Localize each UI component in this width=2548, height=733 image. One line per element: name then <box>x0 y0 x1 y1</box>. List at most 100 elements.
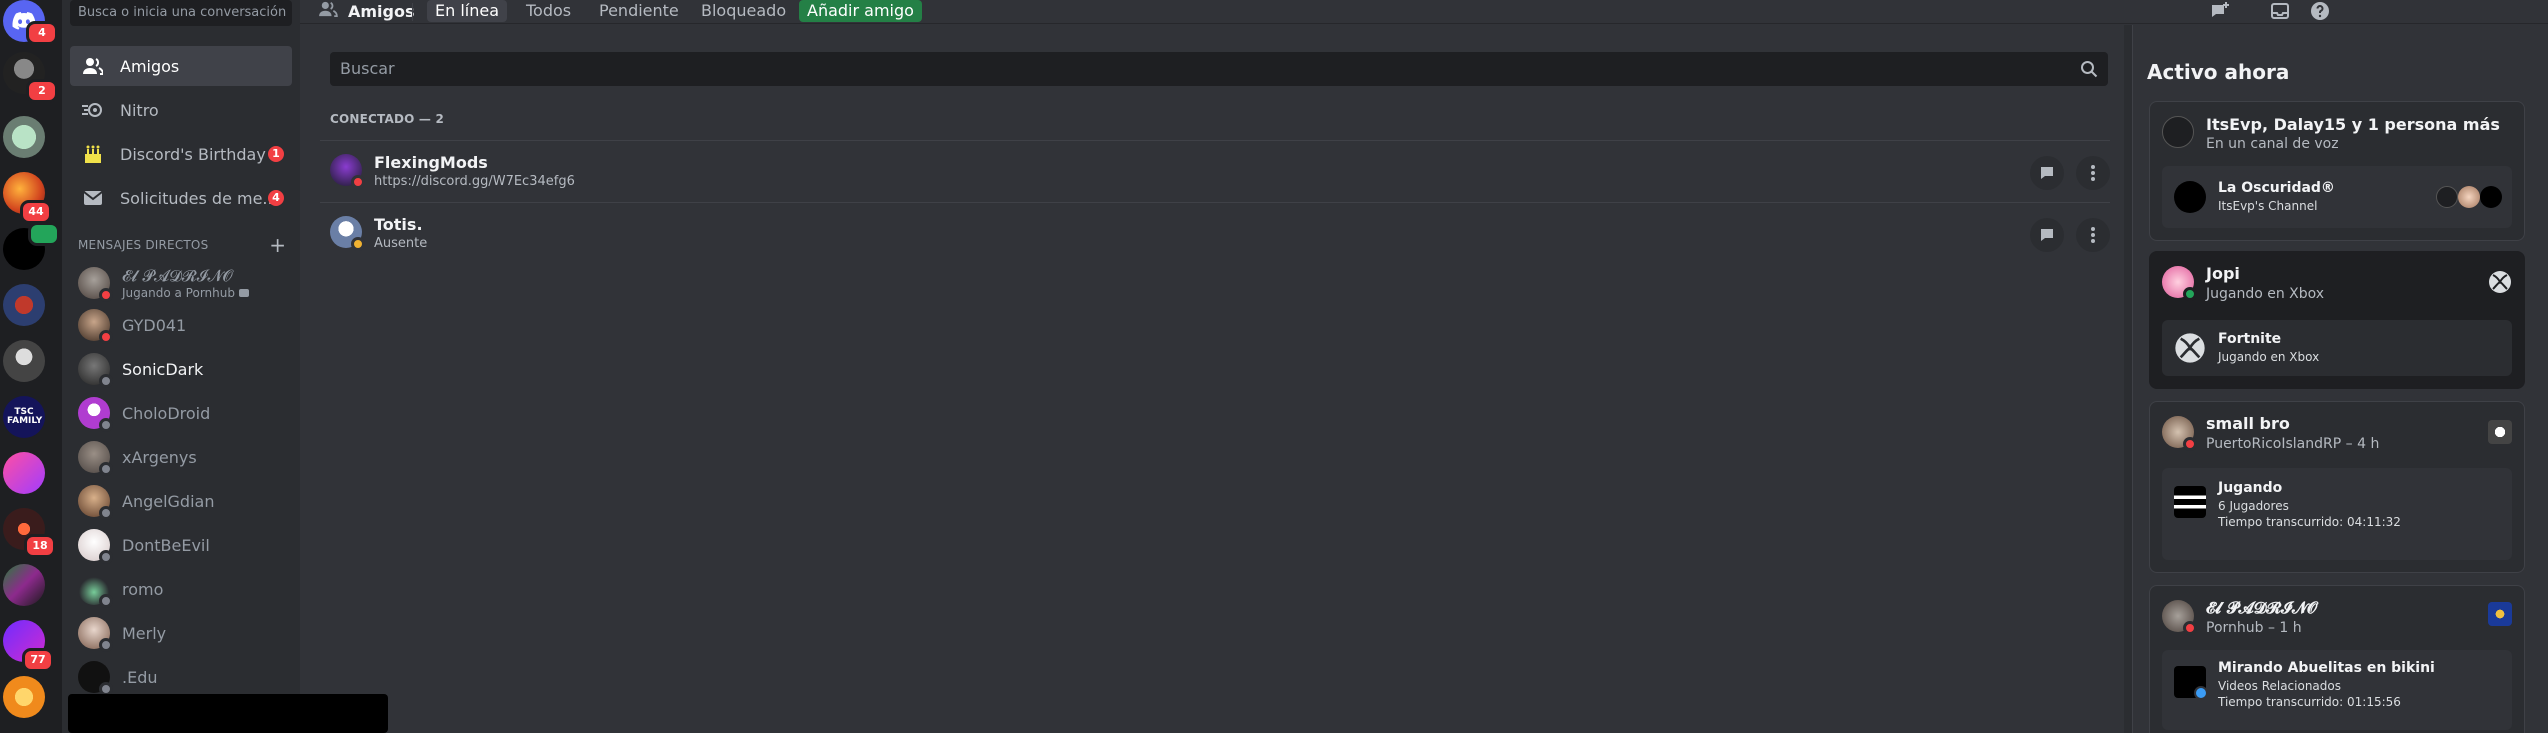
more-options-button[interactable] <box>2076 156 2110 190</box>
more-vertical-icon <box>2091 227 2095 243</box>
tab-all[interactable]: Todos <box>518 0 579 22</box>
activity-detail: Videos Relacionados <box>2218 679 2341 693</box>
activity-name: Jopi <box>2206 264 2240 283</box>
dm-name: 𝓔𝓵 𝓟𝓐𝓓𝓡𝓘𝓝𝓞 <box>122 266 233 285</box>
friends-search-input[interactable]: Buscar <box>330 52 2108 86</box>
message-icon <box>2041 167 2053 179</box>
status-idle-indicator <box>351 237 365 251</box>
avatar <box>2162 266 2197 301</box>
server-icon[interactable] <box>3 452 45 494</box>
avatar <box>78 397 113 432</box>
dm-name: Merly <box>122 623 167 643</box>
xbox-icon <box>2175 333 2205 363</box>
member-avatar <box>2458 186 2480 208</box>
status-dnd-indicator <box>2183 621 2197 635</box>
avatar <box>330 216 365 251</box>
activity-box[interactable]: Mirando Abuelitas en bikini Videos Relac… <box>2162 650 2512 730</box>
dm-item[interactable]: .Edu <box>70 656 292 698</box>
more-vertical-icon <box>2091 165 2095 181</box>
friend-row[interactable]: FlexingMods https://discord.gg/W7Ec34efg… <box>320 140 2110 200</box>
server-icon[interactable] <box>3 564 45 606</box>
tab-blocked[interactable]: Bloqueado <box>693 0 794 22</box>
title-text: Amigos <box>348 1 415 21</box>
game-sub: Jugando en Xbox <box>2218 350 2320 364</box>
server-icon[interactable] <box>3 116 45 158</box>
inbox-icon[interactable] <box>2270 1 2290 21</box>
dm-name: DontBeEvil <box>122 535 210 555</box>
dm-item[interactable]: DontBeEvil <box>70 524 292 566</box>
activity-sub: Pornhub – 1 h <box>2206 620 2302 636</box>
more-options-button[interactable] <box>2076 218 2110 252</box>
message-icon <box>2041 229 2053 241</box>
dm-name: romo <box>122 579 164 599</box>
channel-name: La Oscuridad® <box>2218 180 2335 196</box>
dm-name: xArgenys <box>122 447 197 467</box>
elapsed-time: Tiempo transcurrido: 01:15:56 <box>2218 695 2401 709</box>
server-icon[interactable] <box>3 284 45 326</box>
dm-item[interactable]: romo <box>70 568 292 610</box>
dm-item[interactable]: CholoDroid <box>70 392 292 434</box>
dm-name: SonicDark <box>122 359 204 379</box>
search-placeholder: Buscar <box>340 59 395 78</box>
friend-name: FlexingMods <box>374 153 488 172</box>
game-name: Jugando <box>2218 480 2283 496</box>
nav-nitro[interactable]: Nitro <box>70 90 292 130</box>
avatar <box>78 573 113 608</box>
dm-item[interactable]: xArgenys <box>70 436 292 478</box>
page-title: Amigos <box>318 0 415 22</box>
nav-birthday[interactable]: Discord's Birthday 1 <box>70 134 292 174</box>
activity-title: Mirando Abuelitas en bikini <box>2218 660 2435 676</box>
nav-friends[interactable]: Amigos <box>70 46 292 86</box>
avatar <box>78 353 113 388</box>
dm-name: GYD041 <box>122 315 187 335</box>
tab-online[interactable]: En línea <box>427 0 508 22</box>
dm-item[interactable]: GYD041 <box>70 304 292 346</box>
search-icon <box>2081 61 2098 78</box>
avatar <box>78 267 113 302</box>
server-badge: 77 <box>22 648 54 672</box>
friend-status-text: Ausente <box>374 236 428 251</box>
activity-card[interactable]: ItsEvp, Dalay15 y 1 persona más En un ca… <box>2149 101 2525 241</box>
dm-item[interactable]: 𝓔𝓵 𝓟𝓐𝓓𝓡𝓘𝓝𝓞 Jugando a Pornhub <box>70 262 292 304</box>
voice-channel-box[interactable]: La Oscuridad® ItsEvp's Channel <box>2162 166 2512 228</box>
channel-sub: ItsEvp's Channel <box>2218 199 2318 213</box>
elapsed-time: Tiempo transcurrido: 04:11:32 <box>2218 515 2401 529</box>
dm-activity: Jugando a Pornhub <box>122 286 249 300</box>
game-box[interactable]: Fortnite Jugando en Xbox <box>2162 320 2512 376</box>
server-icon[interactable] <box>3 676 45 718</box>
activity-card[interactable]: small bro PuertoRicoIslandRP – 4 h Jugan… <box>2149 401 2525 573</box>
message-button[interactable] <box>2030 218 2064 252</box>
active-now-panel: Activo ahora ItsEvp, Dalay15 y 1 persona… <box>2132 25 2548 733</box>
friends-topbar: Amigos En línea Todos Pendiente Bloquead… <box>300 0 2548 24</box>
dm-item[interactable]: Merly <box>70 612 292 654</box>
tab-pending[interactable]: Pendiente <box>591 0 687 22</box>
game-box[interactable]: Jugando 6 Jugadores Tiempo transcurrido:… <box>2162 468 2512 560</box>
dm-item[interactable]: AngelGdian <box>70 480 292 522</box>
server-icon[interactable] <box>3 340 45 382</box>
status-offline-indicator <box>99 462 113 476</box>
activity-card[interactable]: 𝓔𝓵 𝓟𝓐𝓓𝓡𝓘𝓝𝓞 Pornhub – 1 h Mirando Abuelit… <box>2149 585 2525 733</box>
server-badge: 44 <box>20 200 52 224</box>
message-button[interactable] <box>2030 156 2064 190</box>
help-icon[interactable] <box>2310 1 2330 21</box>
new-group-dm-icon[interactable] <box>2210 1 2230 21</box>
server-badge: 2 <box>26 79 58 103</box>
status-dnd-indicator <box>2183 437 2197 451</box>
dm-item[interactable]: SonicDark <box>70 348 292 390</box>
friend-row[interactable]: Totis. Ausente <box>320 202 2110 262</box>
create-dm-button[interactable]: + <box>269 233 286 257</box>
conversation-search[interactable]: Busca o inicia una conversación <box>70 0 292 26</box>
friend-status-text: https://discord.gg/W7Ec34efg6 <box>374 174 575 189</box>
activity-card[interactable]: Jopi Jugando en Xbox Fortnite Jugando en… <box>2149 251 2525 389</box>
avatar <box>2162 600 2197 635</box>
status-dnd-indicator <box>99 288 113 302</box>
friends-icon <box>318 1 338 21</box>
game-logo-icon <box>2488 420 2512 444</box>
server-icon[interactable]: TSC FAMILY <box>3 396 45 438</box>
add-friend-button[interactable]: Añadir amigo <box>799 0 922 22</box>
status-offline-indicator <box>99 550 113 564</box>
activity-name: small bro <box>2206 414 2290 433</box>
scrollbar[interactable] <box>2124 25 2132 733</box>
nav-message-requests[interactable]: Solicitudes de me... 4 <box>70 178 292 218</box>
avatar <box>78 441 113 476</box>
